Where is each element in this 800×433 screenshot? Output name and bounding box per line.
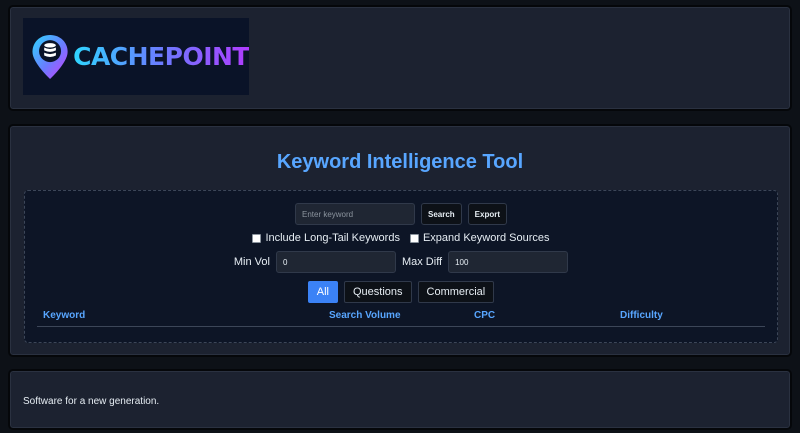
brand-logo[interactable]: CACHEPOINT <box>23 18 249 95</box>
column-cpc[interactable]: CPC <box>474 310 495 321</box>
column-difficulty[interactable]: Difficulty <box>620 310 663 321</box>
tab-all[interactable]: All <box>307 281 338 303</box>
expand-sources-checkbox[interactable] <box>409 233 419 243</box>
database-pin-icon <box>32 34 68 79</box>
min-vol-label: Min Vol <box>233 256 270 268</box>
brand-name: CACHEPOINT <box>73 42 249 71</box>
tab-questions[interactable]: Questions <box>344 281 412 303</box>
tab-commercial[interactable]: Commercial <box>417 281 495 303</box>
filter-tabs: All Questions Commercial <box>25 281 777 303</box>
long-tail-option[interactable]: Include Long-Tail Keywords <box>252 232 400 244</box>
long-tail-label: Include Long-Tail Keywords <box>265 232 400 244</box>
options-row: Include Long-Tail Keywords Expand Keywor… <box>25 232 777 244</box>
tool-container: Search Export Include Long-Tail Keywords… <box>24 190 778 343</box>
min-vol-input[interactable] <box>275 251 396 273</box>
search-row: Search Export <box>25 203 777 225</box>
column-keyword[interactable]: Keyword <box>43 310 85 321</box>
long-tail-checkbox[interactable] <box>252 233 262 243</box>
export-button[interactable]: Export <box>467 203 508 225</box>
tool-panel: Keyword Intelligence Tool Search Export … <box>8 124 792 357</box>
footer-tagline: Software for a new generation. <box>23 396 160 407</box>
header-panel: CACHEPOINT <box>8 5 792 111</box>
max-diff-input[interactable] <box>448 251 569 273</box>
column-search-volume[interactable]: Search Volume <box>329 310 401 321</box>
expand-sources-label: Expand Keyword Sources <box>422 232 550 244</box>
results-table-header: Keyword Search Volume CPC Difficulty <box>37 309 765 327</box>
filter-row: Min Vol Max Diff <box>25 251 777 273</box>
expand-sources-option[interactable]: Expand Keyword Sources <box>409 232 550 244</box>
keyword-input[interactable] <box>294 203 415 225</box>
search-button[interactable]: Search <box>420 203 462 225</box>
max-diff-label: Max Diff <box>401 256 443 268</box>
footer-panel: Software for a new generation. <box>8 369 792 430</box>
page-title: Keyword Intelligence Tool <box>276 151 524 173</box>
